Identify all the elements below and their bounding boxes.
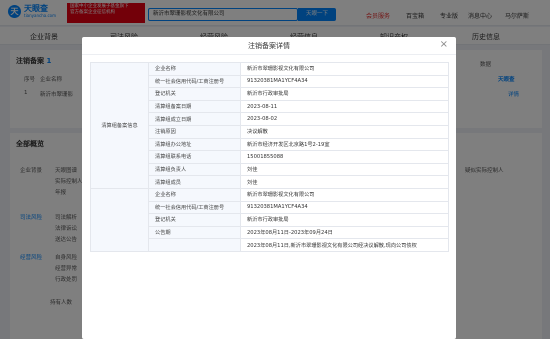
group-label-blank — [90, 187, 149, 252]
field-label: 清算组成立日期 — [148, 112, 241, 126]
field-value: 新沂市翠珊影视文化有限公司 — [240, 62, 449, 76]
field-label: 企业名称 — [148, 62, 241, 76]
dialog-header: 注销备案详情 × — [82, 37, 456, 55]
field-label: 登记机关 — [148, 87, 241, 101]
field-label: 注销原因 — [148, 124, 241, 139]
group-label: 清算组备案信息 — [90, 62, 149, 189]
field-label: 清算组办公地址 — [148, 137, 241, 152]
field-value: 2023年08月11日,新沂市翠珊影视文化有限公司经决议解散,现向公司债权 — [240, 238, 449, 252]
field-value: 2023-08-11 — [240, 99, 449, 114]
table-row: 企业名称 新沂市翠珊影视文化有限公司 — [90, 187, 449, 252]
field-value: 新沂市经济开发区北京路1号2-19室 — [240, 137, 449, 152]
source-watermark: @梨视频 — [258, 316, 320, 332]
field-label: 清算组备案日期 — [148, 99, 241, 114]
watermark-text: @梨视频 — [276, 318, 320, 331]
close-icon[interactable]: × — [440, 39, 448, 50]
cancel-record-detail-dialog: 注销备案详情 × 清算组备案信息 企业名称 新沂市翠珊影视文化有限公司 统一社会… — [82, 37, 456, 339]
field-label: 清算组成员 — [148, 175, 241, 189]
field-value: 91320381MA1YCF4A34 — [240, 200, 449, 215]
field-value: 新沂市翠珊影视文化有限公司 — [240, 187, 449, 202]
dialog-title: 注销备案详情 — [248, 42, 290, 50]
field-value: 刘佳 — [240, 162, 449, 177]
field-value: 2023年08月11日-2023年09月24日 — [240, 225, 449, 240]
field-label: 统一社会信用代码/工商注册号 — [148, 200, 241, 215]
field-value: 91320381MA1YCF4A34 — [240, 74, 449, 89]
field-value: 15001855088 — [240, 150, 449, 164]
field-value: 新沂市行政审批局 — [240, 87, 449, 101]
weibo-icon — [258, 319, 272, 330]
field-value: 2023-08-02 — [240, 112, 449, 126]
field-value: 新沂市行政审批局 — [240, 213, 449, 227]
field-label: 统一社会信用代码/工商注册号 — [148, 74, 241, 89]
field-label: 公告期 — [148, 225, 241, 240]
field-label: 清算组联系电话 — [148, 150, 241, 164]
field-label — [148, 238, 241, 252]
detail-table: 清算组备案信息 企业名称 新沂市翠珊影视文化有限公司 统一社会信用代码/工商注册… — [90, 62, 449, 252]
field-value: 决议解散 — [240, 124, 449, 139]
field-label: 登记机关 — [148, 213, 241, 227]
table-row: 清算组备案信息 企业名称 新沂市翠珊影视文化有限公司 — [90, 62, 449, 189]
field-label: 清算组负责人 — [148, 162, 241, 177]
field-value: 刘佳 — [240, 175, 449, 189]
field-label: 企业名称 — [148, 187, 241, 202]
